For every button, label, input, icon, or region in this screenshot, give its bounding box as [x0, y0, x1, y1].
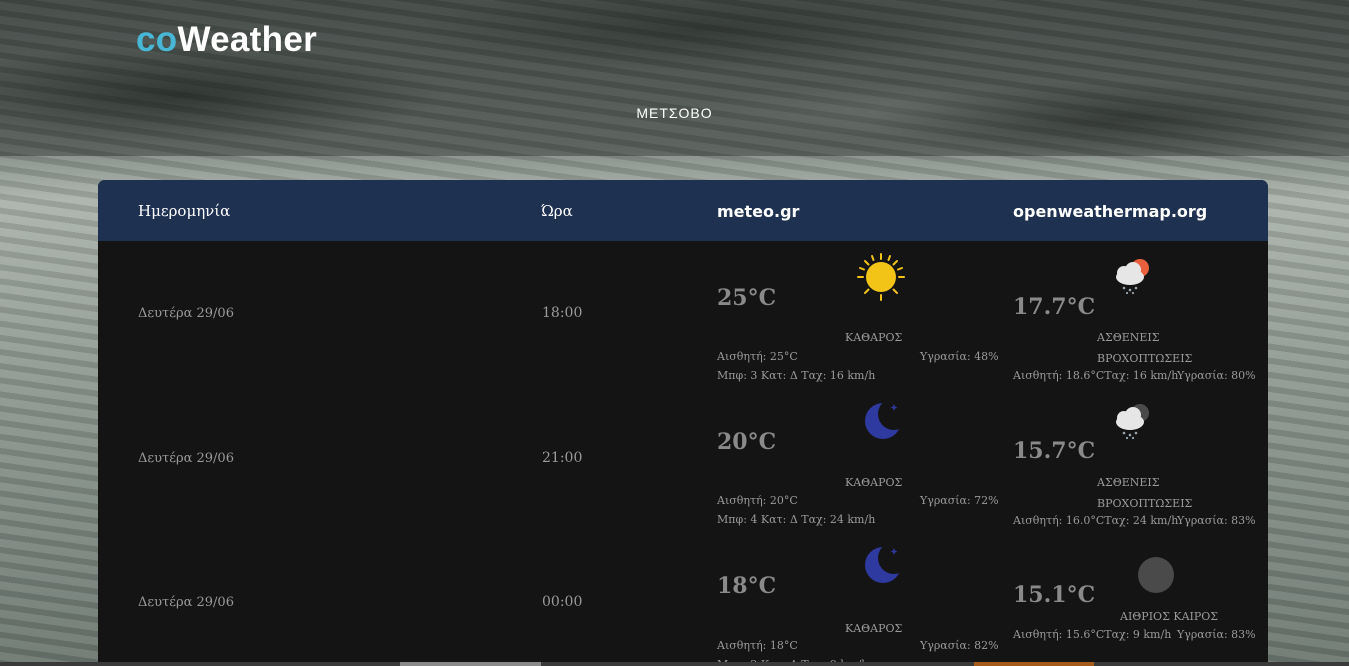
meteo-wind: Μπφ: 4 Κατ: Δ Ταχ: 24 km/h	[717, 513, 876, 526]
owm-condition-line2: ΒΡΟΧΟΠΤΩΣΕΙΣ	[1097, 497, 1193, 510]
row-date: Δευτέρα 29/06	[138, 451, 234, 466]
owm-temp: 15.1°C	[1013, 582, 1096, 608]
meteo-temp: 18°C	[717, 573, 777, 599]
owm-condition-line1: ΑΣΘΕΝΕΙΣ	[1097, 476, 1160, 489]
header-date: Ημερομηνία	[138, 202, 231, 220]
meteo-condition: ΚΑΘΑΡΟΣ	[845, 622, 903, 635]
row-time: 18:00	[542, 305, 583, 321]
city-name: ΜΕΤΣΟΒΟ	[636, 105, 713, 121]
meteo-feels: Αισθητή: 18°C	[717, 639, 798, 652]
meteo-humidity: Υγρασία: 72%	[920, 494, 999, 507]
owm-condition-line1: ΑΣΘΕΝΕΙΣ	[1097, 331, 1160, 344]
row-time: 21:00	[542, 450, 583, 466]
owm-condition-line2: ΒΡΟΧΟΠΤΩΣΕΙΣ	[1097, 352, 1193, 365]
header-time: Ώρα	[541, 202, 573, 220]
meteo-feels: Αισθητή: 25°C	[717, 350, 798, 363]
scrollbar-marker	[974, 662, 1094, 666]
header-owm: openweathermap.org	[1013, 202, 1208, 221]
moon-icon	[865, 399, 906, 439]
owm-temp: 15.7°C	[1013, 438, 1096, 464]
table-header: Ημερομηνία Ώρα meteo.gr openweathermap.o…	[98, 180, 1268, 241]
horizontal-scrollbar[interactable]	[0, 662, 1349, 666]
scrollbar-thumb[interactable]	[400, 662, 541, 666]
meteo-humidity: Υγρασία: 82%	[920, 639, 999, 652]
moon-cloud-rain-icon	[1116, 404, 1149, 440]
meteo-condition: ΚΑΘΑΡΟΣ	[845, 331, 903, 344]
table-row: Δευτέρα 29/06 18:00 25°C ΚΑΘΑΡΟΣ Αισθητή…	[98, 241, 1268, 385]
owm-humidity: Υγρασία: 83%	[1177, 628, 1256, 641]
sun-icon	[857, 253, 905, 301]
dark-moon-icon	[1138, 557, 1174, 593]
site-logo[interactable]: coWeather	[136, 20, 317, 60]
row-date: Δευτέρα 29/06	[138, 595, 234, 610]
sun-cloud-rain-icon	[1116, 259, 1149, 295]
meteo-humidity: Υγρασία: 48%	[920, 350, 999, 363]
meteo-temp: 25°C	[717, 285, 777, 311]
table-row: Δευτέρα 29/06 21:00 20°C ΚΑΘΑΡΟΣ Αισθητή…	[98, 386, 1268, 530]
owm-condition-line1: ΑΙΘΡΙΟΣ ΚΑΙΡΟΣ	[1120, 610, 1219, 623]
moon-icon	[865, 543, 906, 583]
owm-humidity: Υγρασία: 80%	[1177, 369, 1256, 382]
meteo-temp: 20°C	[717, 429, 777, 455]
owm-temp: 17.7°C	[1013, 294, 1096, 320]
meteo-feels: Αισθητή: 20°C	[717, 494, 798, 507]
header-meteo: meteo.gr	[717, 202, 800, 221]
owm-humidity: Υγρασία: 83%	[1177, 514, 1256, 527]
row-date: Δευτέρα 29/06	[138, 306, 234, 321]
row-time: 00:00	[542, 594, 583, 610]
forecast-table: Ημερομηνία Ώρα meteo.gr openweathermap.o…	[98, 180, 1268, 666]
meteo-wind: Μπφ: 3 Κατ: Δ Ταχ: 16 km/h	[717, 369, 876, 382]
meteo-condition: ΚΑΘΑΡΟΣ	[845, 476, 903, 489]
owm-feels-speed: Αισθητή: 15.6°CΤαχ: 9 km/h	[1013, 628, 1172, 641]
table-row: Δευτέρα 29/06 00:00 18°C ΚΑΘΑΡΟΣ Αισθητή…	[98, 530, 1268, 666]
owm-feels-speed: Αισθητή: 18.6°CΤαχ: 16 km/h	[1013, 369, 1179, 382]
owm-feels-speed: Αισθητή: 16.0°CΤαχ: 24 km/h	[1013, 514, 1179, 527]
